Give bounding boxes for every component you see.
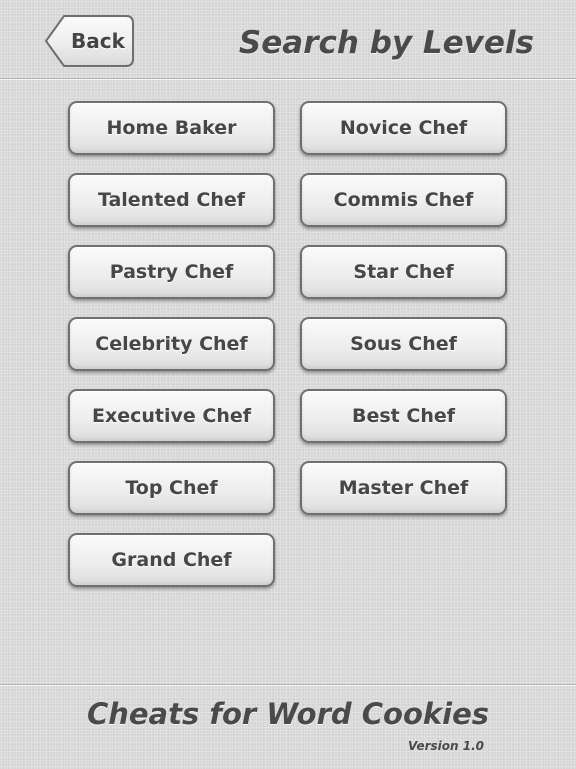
level-button-sous-chef[interactable]: Sous Chef (300, 317, 507, 371)
level-button-master-chef[interactable]: Master Chef (300, 461, 507, 515)
level-button-home-baker[interactable]: Home Baker (68, 101, 275, 155)
back-button[interactable]: Back (44, 14, 135, 68)
level-button-grand-chef[interactable]: Grand Chef (68, 533, 275, 587)
level-button-novice-chef[interactable]: Novice Chef (300, 101, 507, 155)
level-button-talented-chef[interactable]: Talented Chef (68, 173, 275, 227)
footer-bar: Cheats for Word Cookies Version 1.0 (0, 684, 576, 769)
header-bar: Back Search by Levels (0, 0, 576, 79)
level-button-celebrity-chef[interactable]: Celebrity Chef (68, 317, 275, 371)
level-button-star-chef[interactable]: Star Chef (300, 245, 507, 299)
level-button-commis-chef[interactable]: Commis Chef (300, 173, 507, 227)
level-grid: Home Baker Novice Chef Talented Chef Com… (68, 101, 508, 587)
page-title: Search by Levels (238, 25, 534, 61)
back-label: Back (71, 29, 125, 53)
level-button-pastry-chef[interactable]: Pastry Chef (68, 245, 275, 299)
level-button-executive-chef[interactable]: Executive Chef (68, 389, 275, 443)
level-button-top-chef[interactable]: Top Chef (68, 461, 275, 515)
app-name: Cheats for Word Cookies (86, 697, 490, 731)
version-label: Version 1.0 (408, 739, 484, 753)
level-button-best-chef[interactable]: Best Chef (300, 389, 507, 443)
